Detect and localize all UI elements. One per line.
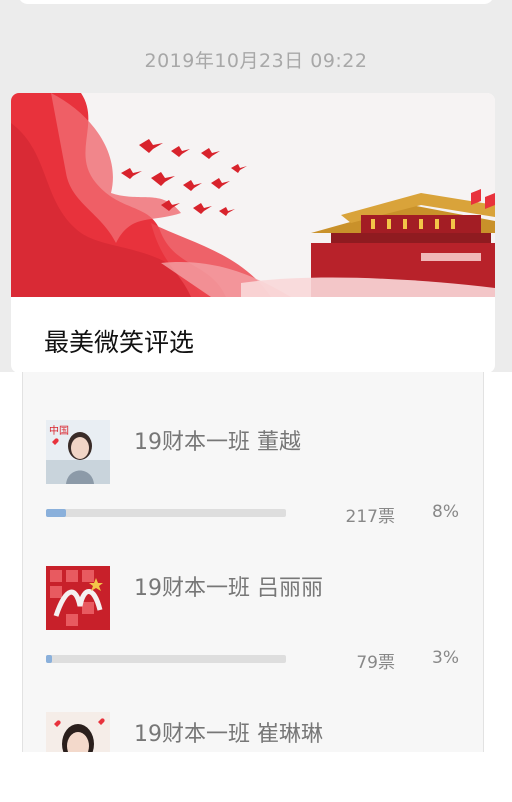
list-item[interactable]: 中国 19财本一班 董越 217票 8%	[23, 420, 485, 550]
message-timestamp: 2019年10月23日 09:22	[144, 50, 368, 72]
banner-image	[11, 93, 495, 297]
article-title: 最美微笑评选	[44, 328, 195, 357]
article-card[interactable]: 最美微笑评选	[11, 93, 495, 373]
thumb-label: 中国	[49, 424, 69, 437]
vote-count: 217票	[345, 507, 395, 527]
candidate-avatar	[46, 712, 110, 752]
list-item[interactable]: 19财本一班 吕丽丽 79票 3%	[23, 566, 485, 696]
candidate-avatar	[46, 566, 110, 630]
vote-progress-bar	[46, 655, 286, 663]
vote-percent: 8%	[432, 502, 459, 522]
previous-message-card[interactable]	[18, 0, 494, 4]
poll-list: 中国 19财本一班 董越 217票 8% 19财本一班 吕丽丽 79票 3% 1…	[22, 372, 484, 752]
vote-progress-fill	[46, 509, 66, 517]
vote-count: 79票	[356, 653, 395, 673]
candidate-name: 19财本一班 崔琳琳	[134, 722, 323, 747]
vote-progress-fill	[46, 655, 52, 663]
candidate-name: 19财本一班 董越	[134, 430, 301, 455]
candidate-name: 19财本一班 吕丽丽	[134, 576, 323, 601]
vote-percent: 3%	[432, 648, 459, 668]
vote-progress-bar	[46, 509, 286, 517]
candidate-avatar: 中国	[46, 420, 110, 484]
list-item[interactable]: 19财本一班 崔琳琳	[23, 712, 485, 752]
